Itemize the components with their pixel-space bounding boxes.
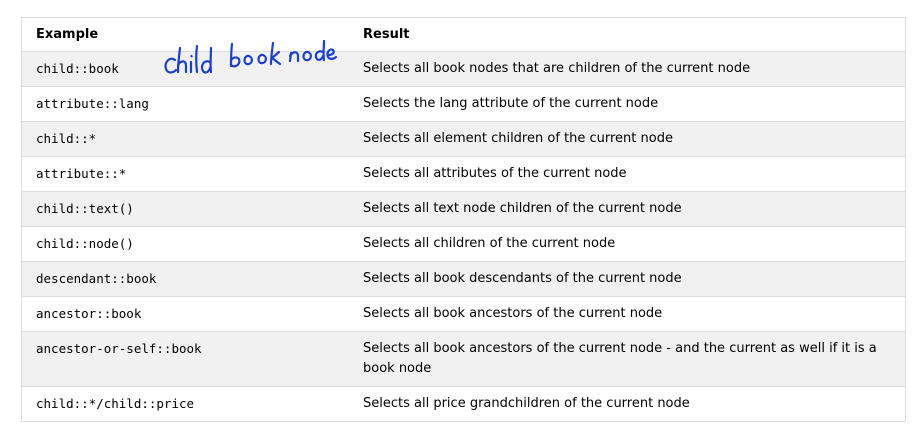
example-cell: attribute::lang xyxy=(22,86,349,122)
result-cell: Selects all book ancestors of the curren… xyxy=(349,331,905,387)
result-cell: Selects all element children of the curr… xyxy=(349,121,905,157)
table-row: child::text() Selects all text node chil… xyxy=(22,191,905,227)
header-result: Result xyxy=(349,18,905,52)
xpath-axis-examples-table-container: Example Result child::book Selects all b… xyxy=(21,17,906,422)
example-cell: child::text() xyxy=(22,191,349,227)
table-header-row: Example Result xyxy=(22,18,905,52)
example-cell: descendant::book xyxy=(22,261,349,297)
table-row: child::* Selects all element children of… xyxy=(22,121,905,157)
table-row: attribute::lang Selects the lang attribu… xyxy=(22,86,905,122)
table-row: child::book Selects all book nodes that … xyxy=(22,51,905,87)
result-cell: Selects all children of the current node xyxy=(349,226,905,262)
example-cell: ancestor::book xyxy=(22,296,349,332)
result-cell: Selects all book ancestors of the curren… xyxy=(349,296,905,332)
table-row: ancestor-or-self::book Selects all book … xyxy=(22,331,905,387)
table-row: child::node() Selects all children of th… xyxy=(22,226,905,262)
result-cell: Selects all text node children of the cu… xyxy=(349,191,905,227)
example-cell: child::*/child::price xyxy=(22,386,349,421)
table-row: attribute::* Selects all attributes of t… xyxy=(22,156,905,192)
handwritten-annotation xyxy=(164,40,338,74)
result-cell: Selects all attributes of the current no… xyxy=(349,156,905,192)
result-cell: Selects all book descendants of the curr… xyxy=(349,261,905,297)
example-cell: attribute::* xyxy=(22,156,349,192)
xpath-axis-examples-table: Example Result child::book Selects all b… xyxy=(22,18,905,421)
example-cell: ancestor-or-self::book xyxy=(22,331,349,387)
result-cell: Selects all price grandchildren of the c… xyxy=(349,386,905,421)
example-cell: child::* xyxy=(22,121,349,157)
table-row: descendant::book Selects all book descen… xyxy=(22,261,905,297)
result-cell: Selects all book nodes that are children… xyxy=(349,51,905,87)
table-row: ancestor::book Selects all book ancestor… xyxy=(22,296,905,332)
example-cell: child::node() xyxy=(22,226,349,262)
result-cell: Selects the lang attribute of the curren… xyxy=(349,86,905,122)
table-row: child::*/child::price Selects all price … xyxy=(22,386,905,421)
